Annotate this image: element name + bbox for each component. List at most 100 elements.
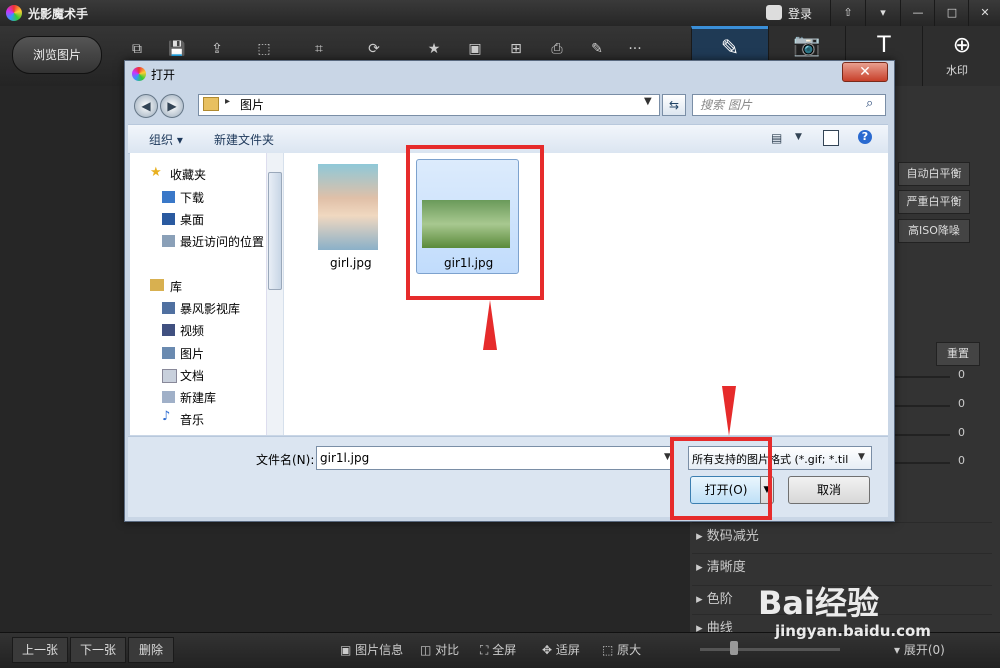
documents-icon: [162, 369, 177, 383]
section-digital-dodge[interactable]: ▸ 数码减光: [692, 522, 992, 551]
search-placeholder: 搜索 图片: [700, 98, 752, 112]
next-image-button[interactable]: 下一张: [70, 637, 126, 663]
section-label: 清晰度: [706, 560, 746, 575]
organize-menu[interactable]: 组织 ▾: [149, 131, 183, 148]
crop-icon[interactable]: ⬚: [255, 40, 273, 58]
slider-value: 0: [958, 454, 965, 467]
maximize-button[interactable]: □: [934, 0, 969, 26]
image-info-label: 图片信息: [355, 643, 404, 657]
nav-desktop[interactable]: 桌面: [180, 211, 204, 228]
breadcrumb-pictures[interactable]: 图片: [240, 96, 264, 113]
annotation-arrow-down: [722, 386, 736, 436]
file-name[interactable]: girl.jpg: [330, 256, 372, 270]
nav-baofeng-library[interactable]: 暴风影视库: [180, 300, 240, 317]
save-icon[interactable]: 💾: [168, 40, 186, 58]
high-iso-denoise-button[interactable]: 高ISO降噪: [898, 219, 970, 243]
filename-value[interactable]: gir1l.jpg: [320, 451, 369, 465]
section-label: 色阶: [706, 592, 733, 607]
nav-documents[interactable]: 文档: [180, 367, 204, 384]
dialog-titlebar[interactable]: [128, 63, 890, 85]
expand-label: 展开(0): [903, 643, 945, 657]
annotation-arrow-up: [483, 300, 497, 350]
library-icon: [150, 279, 164, 291]
help-icon[interactable]: ?: [858, 130, 872, 144]
crop-tool-icon[interactable]: ⌗: [310, 40, 328, 58]
nav-recent[interactable]: 最近访问的位置: [180, 233, 264, 250]
nav-videos[interactable]: 视频: [180, 322, 204, 339]
forward-arrow-icon[interactable]: ▶: [160, 94, 184, 118]
strict-white-balance-button[interactable]: 严重白平衡: [898, 190, 970, 214]
back-arrow-icon[interactable]: ◀: [134, 94, 158, 118]
nav-favorites[interactable]: 收藏夹: [170, 166, 206, 183]
zoom-slider-thumb[interactable]: [730, 641, 738, 655]
skin-button[interactable]: ⇧: [830, 0, 865, 26]
view-options-icon[interactable]: ▤: [771, 131, 782, 145]
pictures-icon: [162, 347, 175, 359]
login-link[interactable]: 登录: [788, 5, 812, 22]
dialog-close-button[interactable]: ✕: [842, 62, 888, 82]
nav-scrollbar-thumb[interactable]: [268, 172, 282, 290]
more-icon[interactable]: ···: [626, 40, 644, 58]
file-thumbnail[interactable]: [318, 164, 378, 250]
star-icon: ★: [150, 165, 162, 180]
nav-libraries[interactable]: 库: [170, 278, 182, 295]
fullscreen-button[interactable]: ⛶ 全屏: [480, 641, 516, 658]
chevron-down-icon[interactable]: ▼: [795, 132, 802, 142]
filename-input[interactable]: [316, 446, 674, 470]
frame-icon[interactable]: ▣: [466, 40, 484, 58]
print-icon[interactable]: ⎙: [548, 40, 566, 58]
zoom-slider[interactable]: [700, 648, 840, 651]
browse-images-button[interactable]: 浏览图片: [12, 36, 102, 74]
slider-value: 0: [958, 397, 965, 410]
nav-pictures[interactable]: 图片: [180, 345, 204, 362]
delete-button[interactable]: 删除: [128, 637, 174, 663]
annotation-box: [670, 437, 772, 520]
section-label: 数码减光: [706, 529, 759, 544]
cancel-button[interactable]: 取消: [788, 476, 870, 504]
address-bar[interactable]: [198, 94, 660, 116]
auto-white-balance-button[interactable]: 自动白平衡: [898, 162, 970, 186]
fit-screen-button[interactable]: ✥ 适屏: [542, 641, 580, 658]
minimize-button[interactable]: —: [900, 0, 935, 26]
download-icon: [162, 191, 175, 203]
nav-new-library[interactable]: 新建库: [180, 389, 216, 406]
annotation-box: [406, 145, 544, 300]
refresh-icon[interactable]: ⇆: [662, 94, 686, 116]
video-icon: [162, 324, 175, 336]
reset-button[interactable]: 重置: [936, 342, 980, 366]
search-icon[interactable]: ⌕: [866, 96, 873, 111]
nav-downloads[interactable]: 下载: [180, 189, 204, 206]
expand-button[interactable]: ▾ 展开(0): [894, 641, 945, 658]
compare-button[interactable]: ◫ 对比: [420, 641, 459, 658]
preview-pane-icon[interactable]: [823, 130, 839, 146]
actual-size-button[interactable]: ⬚ 原大: [602, 641, 641, 658]
rotate-arrow-icon[interactable]: ⟳: [365, 40, 383, 58]
grid-icon[interactable]: ⊞: [507, 40, 525, 58]
star-icon[interactable]: ★: [425, 40, 443, 58]
new-folder-button[interactable]: 新建文件夹: [214, 131, 274, 148]
prev-image-button[interactable]: 上一张: [12, 637, 68, 663]
nav-music[interactable]: 音乐: [180, 411, 204, 428]
menu-button[interactable]: ▾: [865, 0, 900, 26]
export-icon[interactable]: ⇪: [208, 40, 226, 58]
breadcrumb-arrow-icon[interactable]: ▸: [225, 96, 230, 107]
close-button[interactable]: ✕: [968, 0, 1000, 26]
filename-label: 文件名(N):: [256, 453, 315, 467]
image-info-button[interactable]: ▣ 图片信息: [340, 641, 403, 658]
brush-icon[interactable]: ✎: [588, 40, 606, 58]
slider-value: 0: [958, 426, 965, 439]
recent-places-icon: [162, 235, 175, 247]
app-logo-icon: [6, 5, 22, 21]
slider-value: 0: [958, 368, 965, 381]
music-icon: ♪: [162, 409, 171, 424]
compare-label: 对比: [435, 643, 460, 657]
address-dropdown-icon[interactable]: ▼: [644, 96, 652, 107]
actual-size-label: 原大: [617, 643, 642, 657]
dialog-title: 打开: [151, 68, 176, 82]
user-icon[interactable]: [766, 5, 782, 20]
rotate-icon[interactable]: ⧉: [128, 40, 146, 58]
app-logo-icon: [132, 67, 146, 81]
chevron-down-icon[interactable]: ▼: [858, 452, 865, 462]
watermark-url: jingyan.baidu.com: [775, 622, 931, 640]
app-title: 光影魔术手: [28, 7, 89, 21]
